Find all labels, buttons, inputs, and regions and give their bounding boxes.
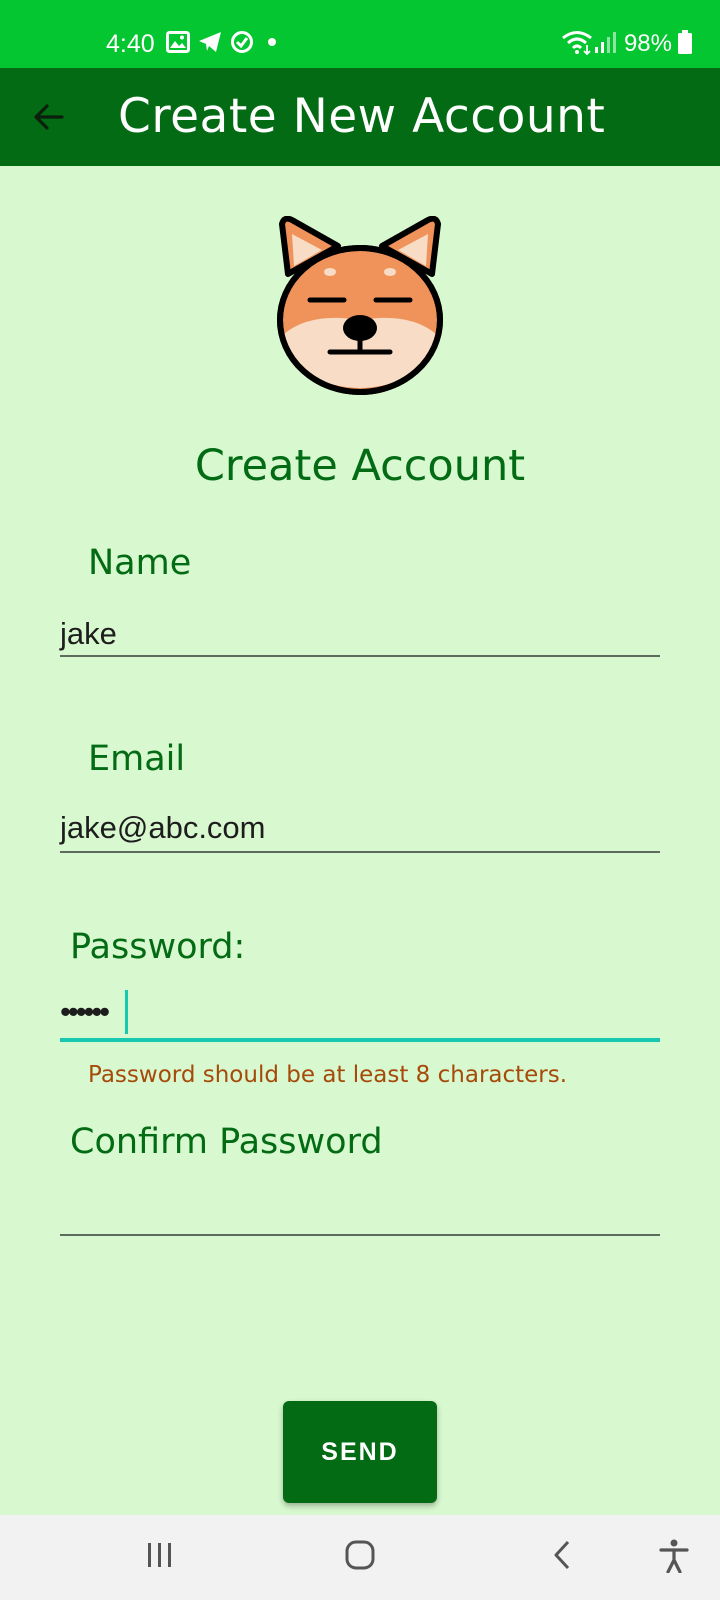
accessibility-icon[interactable] (658, 1539, 690, 1577)
page-title: Create New Account (118, 89, 606, 144)
notification-icons (166, 31, 290, 57)
status-time: 4:40 (106, 30, 155, 58)
back-arrow-icon[interactable] (30, 97, 70, 137)
gallery-icon (166, 31, 190, 57)
signal-icon (594, 30, 616, 58)
check-circle-icon (230, 30, 254, 58)
create-account-screen: 4:40 98% Create New Account Create Accou… (0, 0, 720, 1600)
wifi-icon (560, 29, 594, 59)
email-input-underline (60, 851, 660, 853)
home-icon[interactable] (344, 1539, 376, 1575)
send-button[interactable]: SEND (283, 1401, 437, 1503)
password-error-message: Password should be at least 8 characters… (88, 1062, 568, 1088)
form-heading: Create Account (194, 441, 526, 491)
telegram-icon (198, 31, 222, 57)
confirm-password-label: Confirm Password (70, 1122, 383, 1162)
app-bar: Create New Account (0, 68, 720, 166)
password-label: Password: (70, 927, 246, 967)
confirm-password-input-underline (60, 1234, 660, 1236)
text-cursor (125, 990, 128, 1034)
name-label: Name (88, 543, 192, 583)
email-label: Email (88, 739, 186, 779)
battery-icon (678, 30, 692, 58)
dog-logo-icon (270, 215, 450, 396)
name-input-underline (60, 655, 660, 657)
email-input[interactable]: jake@abc.com (60, 808, 266, 848)
system-status-icons: 98% (560, 28, 692, 60)
password-input-underline (60, 1038, 660, 1042)
dot-icon (262, 30, 282, 58)
password-input[interactable]: •••••• (60, 992, 110, 1032)
navigation-bar (0, 1515, 720, 1600)
name-input[interactable]: jake (60, 614, 117, 654)
back-icon[interactable] (548, 1539, 576, 1575)
recent-apps-icon[interactable] (145, 1539, 175, 1575)
battery-percent: 98% (623, 30, 672, 57)
status-bar: 4:40 98% (0, 0, 720, 68)
